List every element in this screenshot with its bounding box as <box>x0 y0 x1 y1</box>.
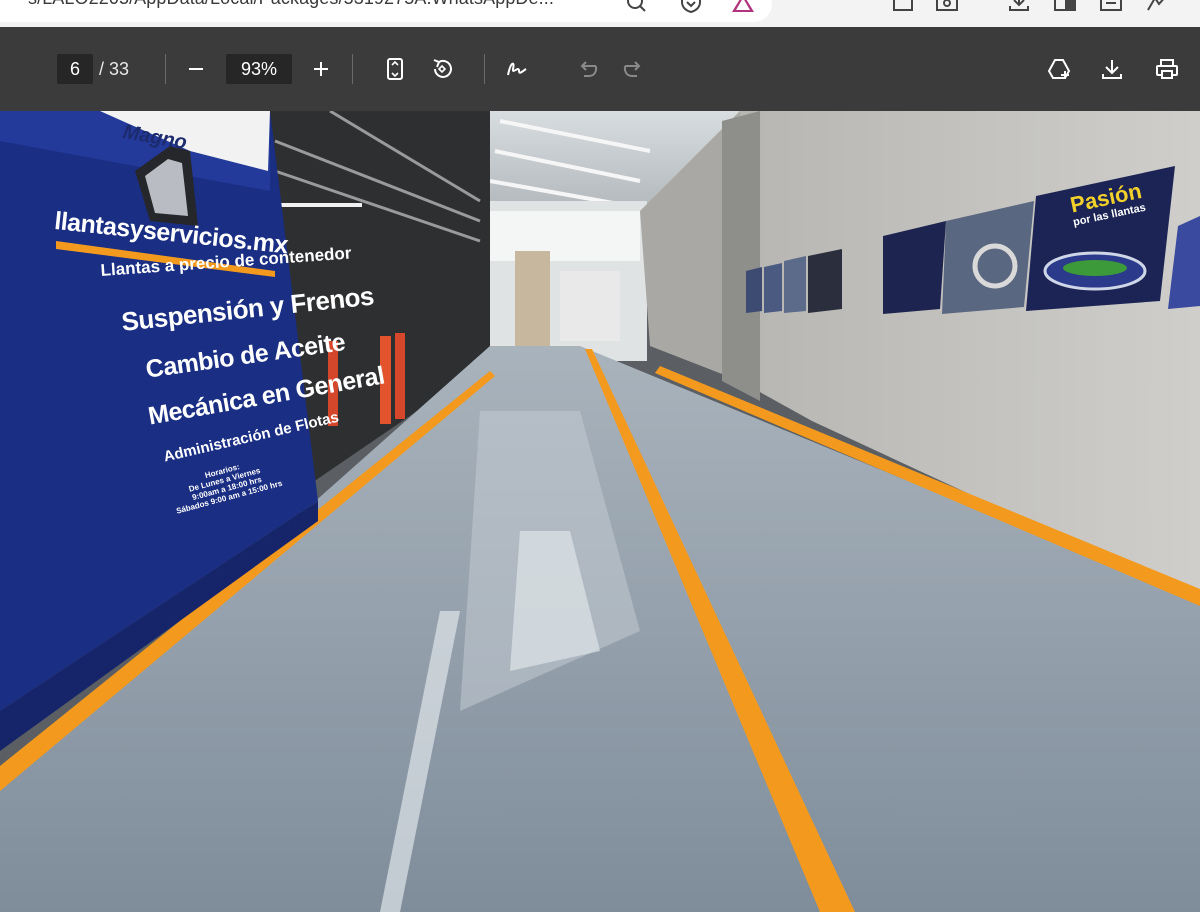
address-text[interactable]: s/LALO2205/AppData/Local/Packages/531927… <box>28 0 554 9</box>
pdf-page-photo: Magno llantasyservicios.mx Llantas a pre… <box>0 111 1200 912</box>
page-total: / 33 <box>99 59 130 79</box>
download-icon[interactable] <box>1097 55 1127 83</box>
undo-icon[interactable] <box>572 55 602 83</box>
redo-icon[interactable] <box>619 55 649 83</box>
draw-icon[interactable] <box>502 55 532 83</box>
warning-triangle-icon[interactable] <box>730 0 756 18</box>
fit-page-icon[interactable] <box>380 55 410 83</box>
search-icon[interactable] <box>624 0 650 18</box>
screenshot-icon[interactable] <box>934 0 960 18</box>
rotate-icon[interactable] <box>427 55 457 83</box>
copilot-icon[interactable] <box>1144 0 1170 18</box>
toolbar-divider <box>484 54 485 84</box>
pdf-toolbar: 6 / 33 93% <box>0 27 1200 111</box>
collections-icon[interactable] <box>1098 0 1124 18</box>
workshop-photo <box>0 111 1200 912</box>
toolbar-divider <box>352 54 353 84</box>
zoom-level-input[interactable]: 93% <box>226 54 292 84</box>
extensions-icon[interactable] <box>890 0 916 18</box>
zoom-in-icon[interactable] <box>306 55 336 83</box>
page-number-input[interactable]: 6 <box>57 54 93 84</box>
downloads-icon[interactable] <box>1006 0 1032 18</box>
browser-top-bar: s/LALO2205/AppData/Local/Packages/531927… <box>0 0 1200 27</box>
add-to-drive-icon[interactable] <box>1044 55 1074 83</box>
zoom-out-icon[interactable] <box>181 55 211 83</box>
toolbar-divider <box>165 54 166 84</box>
split-screen-icon[interactable] <box>1052 0 1078 18</box>
print-icon[interactable] <box>1152 55 1182 83</box>
shield-icon[interactable] <box>678 0 704 18</box>
